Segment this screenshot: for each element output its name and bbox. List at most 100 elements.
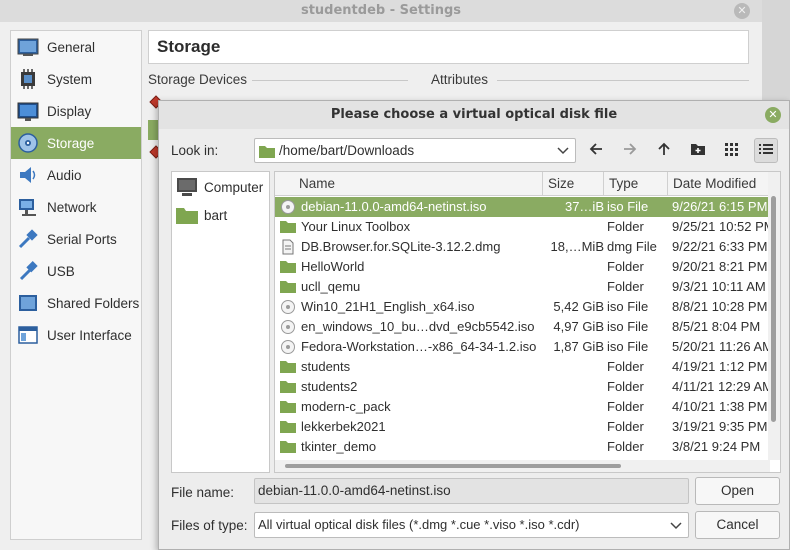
file-dialog: Please choose a virtual optical disk fil… [158, 100, 790, 550]
icon-view-button[interactable] [720, 138, 744, 163]
settings-sidebar: General System Display Storage Audio Net… [10, 30, 142, 540]
icon-view-icon [724, 141, 740, 161]
folder-icon [280, 279, 296, 295]
horizontal-scrollbar[interactable] [275, 460, 770, 472]
sidebar-item-network[interactable]: Network [11, 191, 141, 223]
sidebar-item-display[interactable]: Display [11, 95, 141, 127]
sidebar-item-shared-folders[interactable]: Shared Folders [11, 287, 141, 319]
column-header-date[interactable]: Date Modified [667, 172, 770, 196]
column-header-type[interactable]: Type [603, 172, 667, 196]
user-interface-icon [17, 324, 39, 346]
sidebar-item-user-interface[interactable]: User Interface [11, 319, 141, 351]
file-row[interactable]: tkinter_demo Folder 3/8/21 9:24 PM [275, 437, 770, 457]
file-date: 8/8/21 10:28 PM [672, 299, 768, 314]
file-row[interactable]: students2 Folder 4/11/21 12:29 AM [275, 377, 770, 397]
file-row[interactable]: HelloWorld Folder 9/20/21 8:21 PM [275, 257, 770, 277]
list-view-button[interactable] [754, 138, 778, 163]
file-type: Folder [607, 359, 644, 374]
files-of-type-combo[interactable]: All virtual optical disk files (*.dmg *.… [254, 512, 689, 538]
sidebar-item-usb[interactable]: USB [11, 255, 141, 287]
file-row[interactable]: students Folder 4/19/21 1:12 PM [275, 357, 770, 377]
file-type: Folder [607, 399, 644, 414]
file-row[interactable]: debian-11.0.0-amd64-netinst.iso 37…iB iso … [275, 197, 770, 217]
file-name-label: File name: [171, 485, 235, 500]
sidebar-item-serial-ports[interactable]: Serial Ports [11, 223, 141, 255]
dialog-title: Please choose a virtual optical disk fil… [330, 107, 618, 122]
sidebar-item-label: Serial Ports [47, 231, 117, 247]
file-type: iso File [607, 199, 649, 214]
column-header-size[interactable]: Size [542, 172, 603, 196]
file-name: DB.Browser.for.SQLite-3.12.2.dmg [301, 239, 501, 254]
file-list: Name Size Type Date Modified debian-11.0… [274, 171, 781, 473]
place-bart[interactable]: bart [172, 202, 269, 228]
section-divider [497, 80, 749, 81]
cancel-button[interactable]: Cancel [695, 511, 780, 539]
settings-close-icon[interactable]: ✕ [734, 3, 750, 19]
file-type: dmg File [607, 239, 657, 254]
file-list-header: Name Size Type Date Modified [275, 172, 770, 196]
place-computer[interactable]: Computer [172, 174, 269, 200]
folder-icon [280, 399, 296, 415]
file-date: 9/3/21 10:11 AM [672, 279, 766, 294]
file-icon [280, 239, 296, 255]
file-row[interactable]: DB.Browser.for.SQLite-3.12.2.dmg 18,…MiB d… [275, 237, 770, 257]
vertical-scroll-thumb[interactable] [771, 196, 776, 422]
look-in-path: /home/bart/Downloads [279, 143, 415, 158]
attributes-heading: Attributes [431, 72, 489, 87]
file-date: 5/20/21 11:26 AM [672, 339, 770, 354]
sidebar-item-label: User Interface [47, 327, 132, 343]
file-name: Your Linux Toolbox [301, 219, 411, 234]
file-date: 4/11/21 12:29 AM [672, 379, 770, 394]
file-name: Win10_21H1_English_x64.iso [301, 299, 475, 314]
general-icon [17, 36, 39, 58]
sidebar-item-system[interactable]: System [11, 63, 141, 95]
sidebar-item-storage[interactable]: Storage [11, 127, 141, 159]
place-label: bart [204, 207, 228, 223]
sidebar-item-audio[interactable]: Audio [11, 159, 141, 191]
audio-icon [17, 164, 39, 186]
parent-directory-button[interactable] [652, 138, 676, 163]
file-row[interactable]: Win10_21H1_English_x64.iso 5,42 GiB iso Fi… [275, 297, 770, 317]
file-row[interactable]: modern-c_pack Folder 4/10/21 1:38 PM [275, 397, 770, 417]
file-size: 5,42 GiB [553, 299, 604, 314]
file-size: 37…iB [564, 199, 604, 214]
file-type: iso File [607, 319, 649, 334]
file-size: 18,…MiB [550, 239, 604, 254]
file-date: 4/10/21 1:38 PM [672, 399, 768, 414]
disc-icon [280, 319, 296, 335]
file-row[interactable]: lekkerbek2021 Folder 3/19/21 9:35 PM [275, 417, 770, 437]
vertical-scrollbar[interactable] [768, 172, 780, 460]
dialog-close-icon[interactable]: ✕ [765, 107, 781, 123]
new-folder-button[interactable] [686, 138, 710, 163]
files-of-type-label: Files of type: [171, 518, 248, 533]
file-size: 1,87 GiB [553, 339, 604, 354]
folder-icon [280, 359, 296, 375]
settings-titlebar: studentdeb - Settings ✕ [0, 0, 762, 22]
file-size [547, 217, 604, 237]
file-date: 3/8/21 9:24 PM [672, 439, 761, 454]
forward-button[interactable] [618, 138, 642, 163]
back-button[interactable] [584, 138, 608, 163]
column-header-name[interactable]: Name [275, 172, 542, 196]
file-name: Fedora-Workstation…-x86_64-34-1.2.iso [301, 339, 537, 354]
look-in-combo[interactable]: /home/bart/Downloads [254, 138, 576, 163]
file-type: Folder [607, 379, 644, 394]
file-name: students2 [301, 379, 358, 394]
file-name: HelloWorld [301, 259, 365, 274]
file-row[interactable]: Fedora-Workstation…-x86_64-34-1.2.iso 1,8… [275, 337, 770, 357]
horizontal-scroll-thumb[interactable] [285, 464, 621, 468]
file-row[interactable]: en_windows_10_bu…dvd_e9cb5542.iso 4,97 Gi… [275, 317, 770, 337]
sidebar-item-label: Shared Folders [47, 295, 140, 311]
open-button[interactable]: Open [695, 477, 780, 505]
sidebar-item-label: Network [47, 199, 97, 215]
file-name: en_windows_10_bu…dvd_e9cb5542.iso [301, 319, 535, 334]
file-row[interactable]: Your Linux Toolbox Folder 9/25/21 10:52 PM [275, 217, 770, 237]
look-in-label: Look in: [171, 143, 219, 158]
sidebar-item-general[interactable]: General [11, 31, 141, 63]
forward-arrow-icon [622, 141, 638, 161]
sidebar-item-label: General [47, 39, 96, 55]
file-name-input[interactable]: debian-11.0.0-amd64-netinst.iso [254, 478, 689, 504]
file-type: Folder [607, 219, 644, 234]
usb-icon [17, 260, 39, 282]
file-row[interactable]: ucll_qemu Folder 9/3/21 10:11 AM [275, 277, 770, 297]
